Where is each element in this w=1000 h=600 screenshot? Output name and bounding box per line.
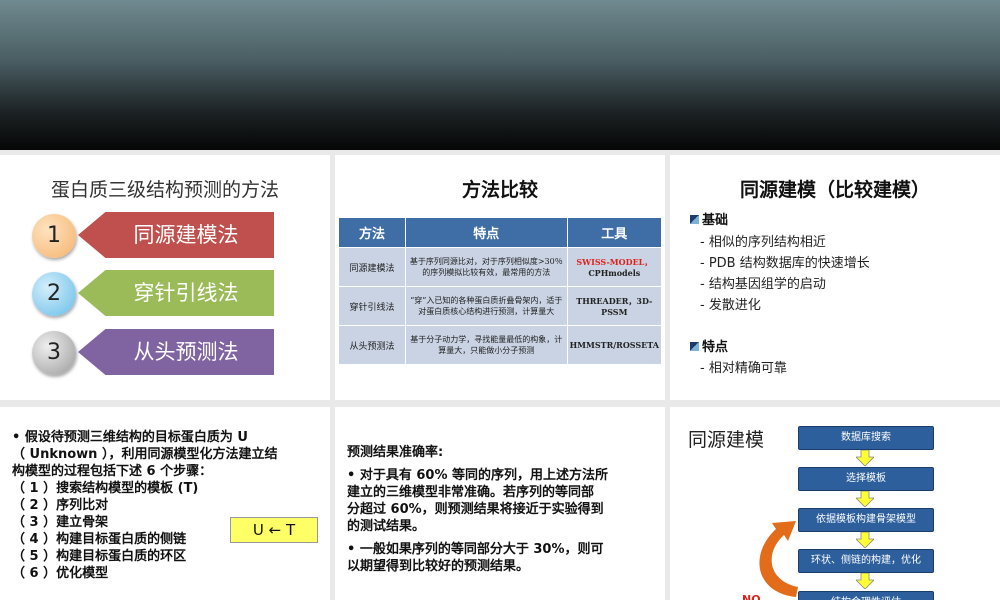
- table-header-row: 方法 特点 工具: [338, 217, 663, 248]
- method-item-2: 2 穿针引线法: [30, 270, 280, 318]
- flow-step-structure-evaluation: 结构合理性评估: [798, 591, 934, 600]
- u-from-t-label: U ← T: [230, 517, 318, 543]
- table-cell-tool: SWISS-MODEL， CPHmodels: [566, 247, 663, 287]
- text-line: 的测试结果。: [347, 519, 426, 534]
- table-cell-method: 从头预测法: [338, 325, 406, 365]
- slide-homology-modeling-intro[interactable]: 同源建模（比较建模） 基础 - 相似的序列结构相近 - PDB 结构数据库的快速…: [670, 155, 1000, 400]
- list-item: - 相似的序列结构相近: [700, 235, 826, 250]
- flow-step-database-search: 数据库搜索: [798, 426, 934, 450]
- step-item: （ 5 ）构建目标蛋白质的环区: [12, 549, 187, 564]
- method-number-circle: 2: [32, 272, 76, 316]
- slide-homology-modeling-flow[interactable]: 同源建模 数据库搜索 选择模板 依据模板构建骨架模型 环状、侧链的构建，优化 结…: [670, 407, 1000, 600]
- text-line: 分超过 60%，则预测结果将接近于实验得到: [347, 502, 604, 517]
- table-row: 从头预测法 基于分子动力学，寻找能量最低的构象，计算量大，只能做小分子预测 HM…: [338, 325, 663, 365]
- comparison-table: 方法 特点 工具 同源建模法 基于序列同源比对，对于序列相似度>30％的序列模拟…: [338, 217, 663, 365]
- features-heading: 特点: [690, 336, 728, 355]
- accuracy-heading: 预测结果准确率:: [347, 445, 444, 460]
- table-row: 穿针引线法 “穿”入已知的各种蛋白质折叠骨架内，适于对蛋白质核心结构进行预测，计…: [338, 286, 663, 326]
- table-cell-feature: 基于分子动力学，寻找能量最低的构象，计算量大，只能做小分子预测: [405, 325, 568, 365]
- list-item: - 发散进化: [700, 298, 761, 313]
- slide6-title: 同源建模: [688, 429, 765, 451]
- table-cell-method: 穿针引线法: [338, 286, 406, 326]
- text-line: 建立的三维模型非常准确。若序列的等同部: [347, 485, 595, 500]
- slide-methods-overview[interactable]: 蛋白质三级结构预测的方法 1 同源建模法 2 穿针引线法 3 从头预测法: [0, 155, 330, 400]
- flow-step-build-backbone: 依据模板构建骨架模型: [798, 508, 934, 532]
- down-arrow-icon: [856, 491, 874, 507]
- step-item: （ 1 ）搜索结构模型的模板 (T): [12, 481, 199, 496]
- step-item: （ 2 ）序列比对: [12, 498, 109, 513]
- table-cell-tool: HMMSTR/ROSSETA: [566, 325, 663, 365]
- table-cell-tool: THREADER，3D-PSSM: [566, 286, 663, 326]
- table-row: 同源建模法 基于序列同源比对，对于序列相似度>30％的序列模拟比较有效，最常用的…: [338, 247, 663, 287]
- features-label: 特点: [702, 340, 729, 355]
- slide3-title: 同源建模（比较建模）: [739, 179, 930, 201]
- method-item-1: 1 同源建模法: [30, 212, 280, 260]
- accuracy-text-block: 预测结果准确率: • 对于具有 60% 等同的序列，用上述方法所 建立的三维模型…: [347, 444, 657, 575]
- table-header: 特点: [405, 217, 568, 248]
- list-item: - PDB 结构数据库的快速增长: [700, 256, 870, 271]
- table-header: 方法: [338, 217, 406, 248]
- table-header: 工具: [566, 217, 663, 248]
- text-line: 构模型的过程包括下述 6 个步骤：: [12, 464, 213, 479]
- no-label: NO: [742, 593, 761, 600]
- method-label-arrow: 穿针引线法: [78, 270, 274, 316]
- list-item: - 结构基因组学的启动: [700, 277, 826, 292]
- square-bullet-icon: [690, 215, 699, 224]
- text-line: （ Unknown ），利用同源模型化方法建立结: [12, 447, 278, 462]
- steps-text-block: • 假设待预测三维结构的目标蛋白质为 U （ Unknown ），利用同源模型化…: [12, 429, 322, 582]
- step-item: （ 6 ）优化模型: [12, 566, 109, 581]
- slide1-title: 蛋白质三级结构预测的方法: [50, 179, 279, 201]
- slide-modeling-steps[interactable]: • 假设待预测三维结构的目标蛋白质为 U （ Unknown ），利用同源模型化…: [0, 407, 330, 600]
- method-label-arrow: 同源建模法: [78, 212, 274, 258]
- method-number-circle: 3: [32, 331, 76, 375]
- down-arrow-icon: [856, 450, 874, 466]
- table-cell-method: 同源建模法: [338, 247, 406, 287]
- slide-method-comparison[interactable]: 方法比较 方法 特点 工具 同源建模法 基于序列同源比对，对于序列相似度>30％…: [335, 155, 665, 400]
- method-label-arrow: 从头预测法: [78, 329, 274, 375]
- text-line: 以期望得到比较好的预测结果。: [347, 559, 530, 574]
- basis-label: 基础: [702, 213, 729, 228]
- method-item-3: 3 从头预测法: [30, 329, 280, 377]
- down-arrow-icon: [856, 532, 874, 548]
- slide2-title: 方法比较: [461, 179, 538, 201]
- loop-back-arrow-icon: [759, 521, 798, 597]
- text-line: • 假设待预测三维结构的目标蛋白质为 U: [12, 430, 248, 445]
- list-item: - 相对精确可靠: [700, 361, 787, 376]
- text-line: • 对于具有 60% 等同的序列，用上述方法所: [347, 468, 609, 483]
- square-bullet-icon: [690, 342, 699, 351]
- text-line: • 一般如果序列的等同部分大于 30%，则可: [347, 542, 604, 557]
- slide-header-banner: [0, 0, 1000, 150]
- method-number-circle: 1: [32, 214, 76, 258]
- slide-prediction-accuracy[interactable]: 预测结果准确率: • 对于具有 60% 等同的序列，用上述方法所 建立的三维模型…: [335, 407, 665, 600]
- table-cell-feature: “穿”入已知的各种蛋白质折叠骨架内，适于对蛋白质核心结构进行预测，计算量大: [405, 286, 568, 326]
- basis-heading: 基础: [690, 209, 728, 228]
- flow-step-select-template: 选择模板: [798, 467, 934, 491]
- flow-step-loop-sidechain-optimize: 环状、侧链的构建，优化: [798, 549, 934, 573]
- table-cell-feature: 基于序列同源比对，对于序列相似度>30％的序列模拟比较有效，最常用的方法: [405, 247, 568, 287]
- tool-name: CPHmodels: [588, 267, 641, 278]
- tool-highlight: SWISS-MODEL，: [576, 256, 653, 267]
- down-arrow-icon: [856, 573, 874, 589]
